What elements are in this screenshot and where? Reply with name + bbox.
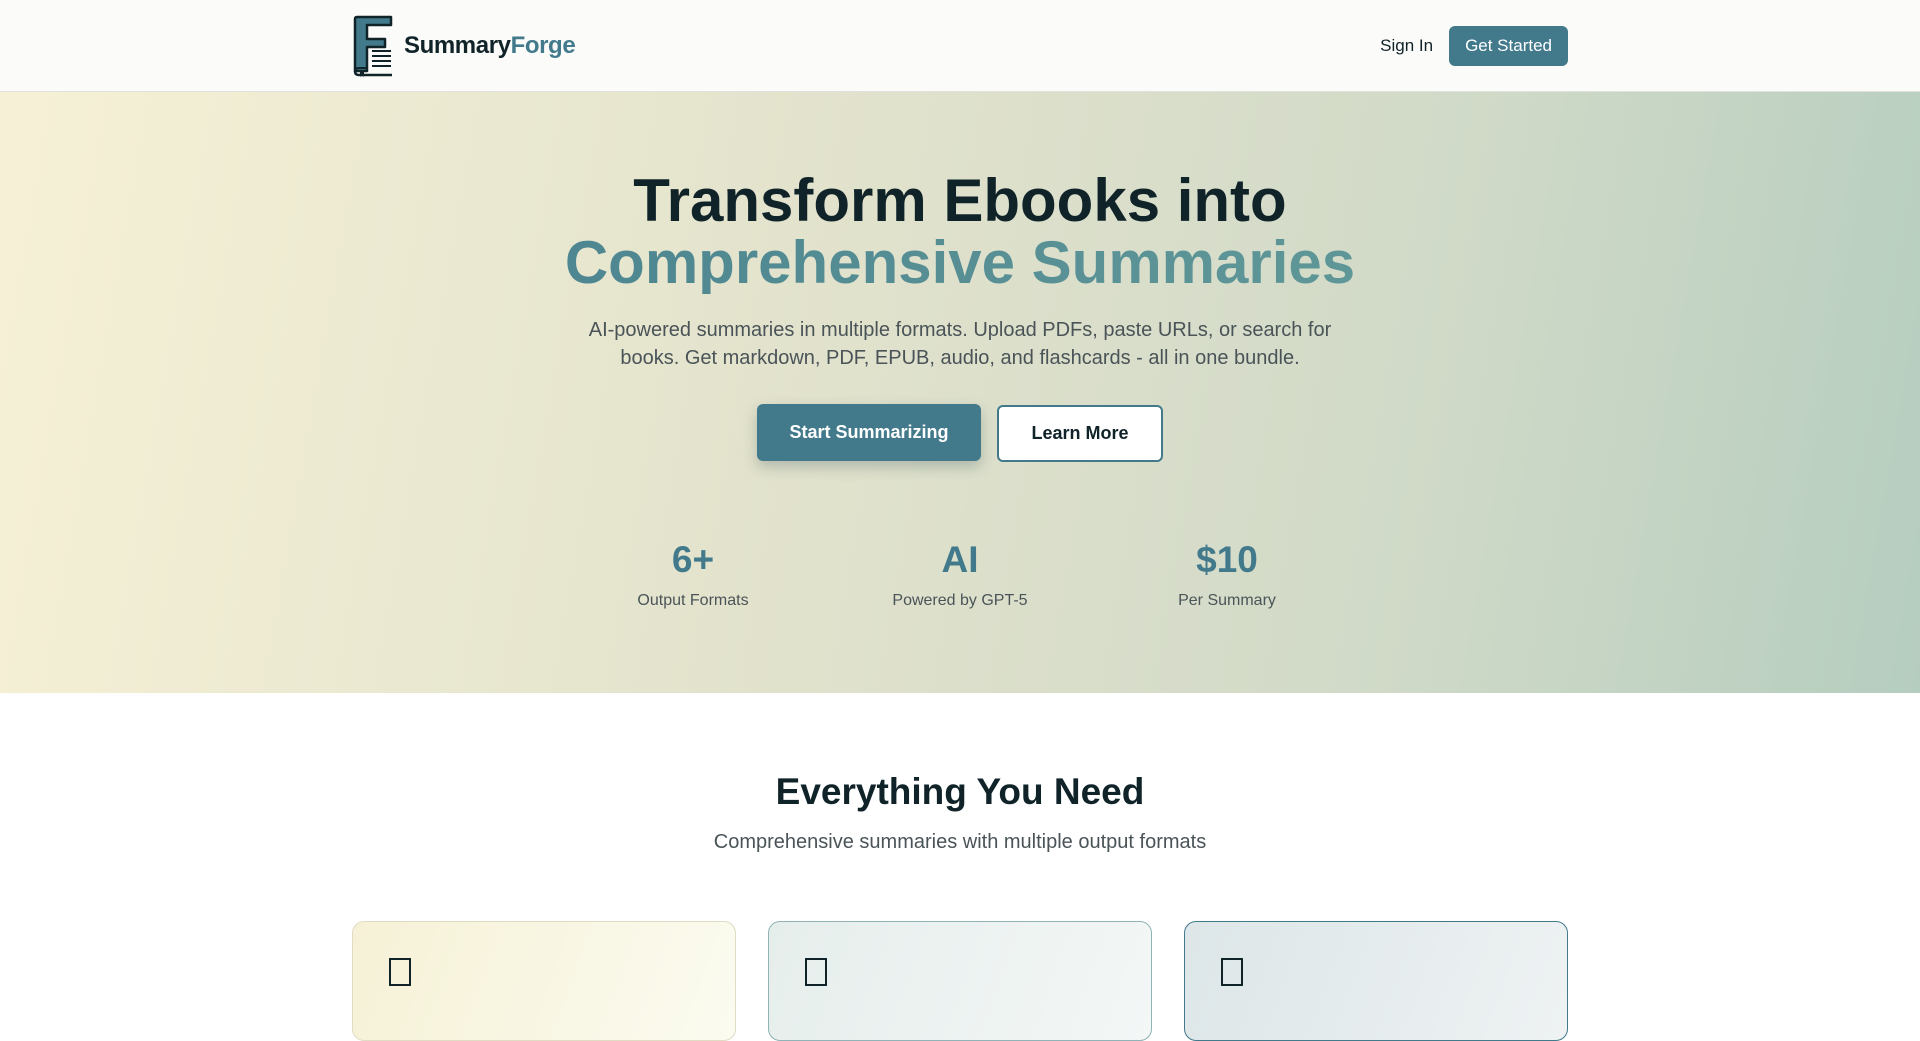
book-f-logo-icon — [353, 15, 393, 77]
stat-value: 6+ — [671, 539, 715, 580]
stat-output-formats: 6+ Output Formats — [560, 538, 827, 610]
features-section: Everything You Need Comprehensive summar… — [0, 693, 1920, 1041]
logo-text-accent: Forge — [510, 32, 576, 59]
stat-value: $10 — [1196, 539, 1258, 580]
feature-card — [352, 921, 736, 1041]
sign-in-link[interactable]: Sign In — [1380, 36, 1433, 56]
header-container: SummaryForge Sign In Get Started — [352, 0, 1568, 92]
features-title: Everything You Need — [775, 771, 1145, 812]
get-started-button[interactable]: Get Started — [1449, 26, 1568, 66]
logo-text-primary: Summary — [404, 32, 511, 59]
feature-cards — [352, 921, 1568, 1041]
site-header: SummaryForge Sign In Get Started — [0, 0, 1920, 92]
hero-title: Transform Ebooks into Comprehensive Summ… — [0, 170, 1920, 294]
features-subtitle: Comprehensive summaries with multiple ou… — [713, 831, 1207, 853]
hero-cta-group: Start Summarizing Learn More — [0, 404, 1920, 462]
logo[interactable]: SummaryForge — [352, 15, 576, 77]
stat-value: AI — [941, 539, 979, 580]
stat-price: $10 Per Summary — [1094, 538, 1361, 610]
stat-label: Powered by GPT-5 — [892, 592, 1028, 609]
stat-label: Output Formats — [637, 592, 749, 609]
logo-wordmark: SummaryForge — [404, 32, 576, 60]
hero-stats: 6+ Output Formats AI Powered by GPT-5 $1… — [0, 538, 1920, 610]
missing-glyph-icon — [1221, 958, 1243, 986]
feature-card — [1184, 921, 1568, 1041]
learn-more-button[interactable]: Learn More — [997, 405, 1163, 462]
hero-title-line2: Comprehensive Summaries — [0, 232, 1920, 294]
stat-label: Per Summary — [1178, 592, 1276, 609]
stat-powered-by: AI Powered by GPT-5 — [827, 538, 1094, 610]
missing-glyph-icon — [805, 958, 827, 986]
hero-title-line1: Transform Ebooks into — [633, 167, 1287, 234]
hero-section: Transform Ebooks into Comprehensive Summ… — [0, 92, 1920, 693]
feature-card — [768, 921, 1152, 1041]
header-nav: Sign In Get Started — [1380, 26, 1568, 66]
missing-glyph-icon — [389, 958, 411, 986]
start-summarizing-button[interactable]: Start Summarizing — [757, 404, 981, 461]
hero-subtitle: AI-powered summaries in multiple formats… — [588, 319, 1332, 369]
